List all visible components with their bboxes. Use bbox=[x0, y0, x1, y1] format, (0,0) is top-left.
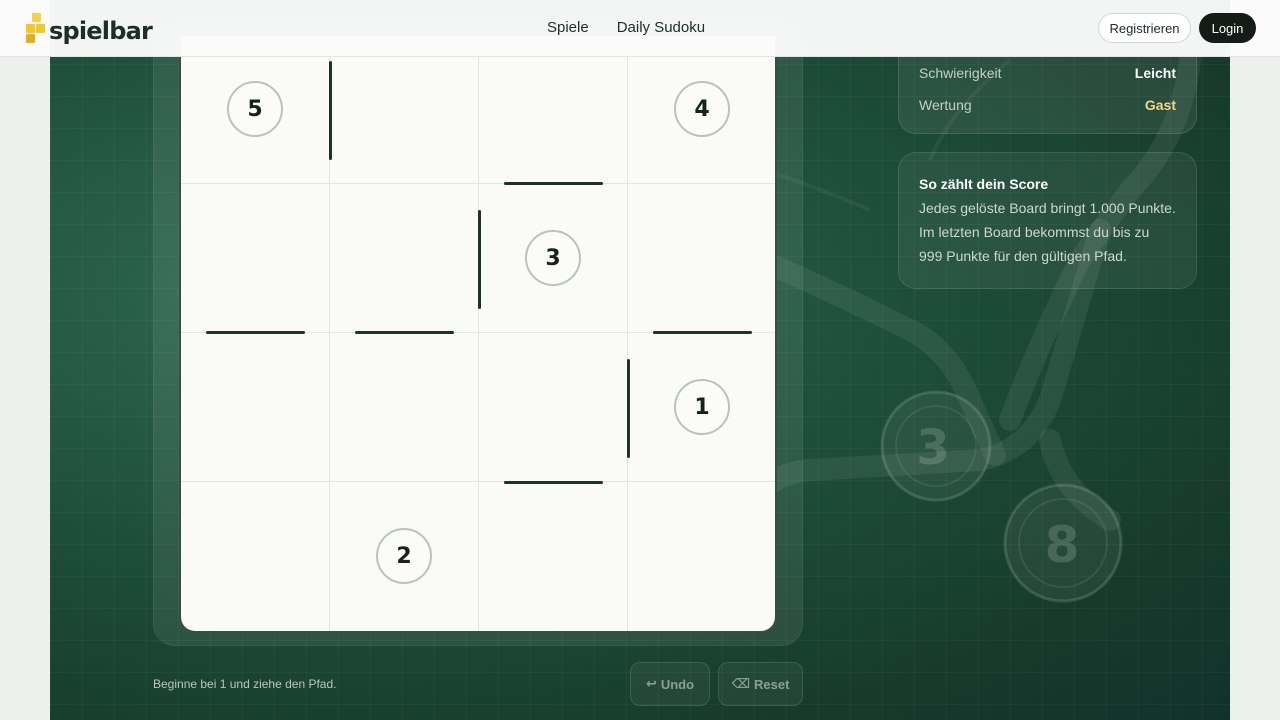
grid-line bbox=[478, 36, 479, 631]
top-navigation: spielbar Spiele Daily Sudoku Registriere… bbox=[0, 0, 1280, 57]
background-number-8: 8 bbox=[1045, 516, 1080, 574]
grid-line bbox=[181, 183, 775, 184]
background-number-3: 3 bbox=[916, 420, 949, 476]
reset-button[interactable]: ⌫ Reset bbox=[718, 662, 803, 706]
rating-label: Wertung bbox=[919, 97, 972, 113]
board-number-5[interactable]: 5 bbox=[227, 81, 283, 137]
rating-value: Gast bbox=[1144, 97, 1176, 113]
difficulty-value: Leicht bbox=[1134, 65, 1176, 81]
nav-link-daily-sudoku[interactable]: Daily Sudoku bbox=[617, 19, 705, 36]
board-number-2[interactable]: 2 bbox=[376, 528, 432, 584]
grid-line bbox=[181, 481, 775, 482]
instruction-hint: Beginne bei 1 und ziehe den Pfad. bbox=[153, 677, 337, 691]
board-number-4[interactable]: 4 bbox=[674, 81, 730, 137]
undo-button[interactable]: ↩ Undo bbox=[630, 662, 710, 706]
wall bbox=[504, 182, 603, 185]
logo-text: spielbar bbox=[49, 16, 153, 45]
wall bbox=[504, 481, 603, 484]
grid-line bbox=[627, 36, 628, 631]
score-text: Jedes gelöste Board bringt 1.000 Punkte.… bbox=[919, 200, 1176, 264]
difficulty-row: Schwierigkeit Leicht bbox=[919, 65, 1176, 81]
wall bbox=[627, 359, 630, 458]
nav-link-spiele[interactable]: Spiele bbox=[547, 19, 589, 36]
wall bbox=[329, 61, 332, 160]
register-button[interactable]: Registrieren bbox=[1098, 13, 1191, 43]
wall bbox=[478, 210, 481, 309]
difficulty-label: Schwierigkeit bbox=[919, 65, 1002, 81]
wall bbox=[653, 331, 752, 334]
undo-label: Undo bbox=[660, 676, 695, 692]
login-button[interactable]: Login bbox=[1199, 13, 1256, 43]
reset-label: Reset bbox=[753, 676, 790, 692]
wall bbox=[355, 331, 454, 334]
score-explanation-card: So zählt dein Score Jedes gelöste Board … bbox=[898, 152, 1197, 289]
reset-icon: ⌫ bbox=[731, 676, 750, 691]
undo-icon: ↩ bbox=[645, 676, 657, 691]
logo[interactable]: spielbar bbox=[26, 11, 153, 45]
score-title: So zählt dein Score bbox=[919, 176, 1049, 192]
logo-mark-icon bbox=[26, 13, 46, 43]
wall bbox=[206, 331, 305, 334]
puzzle-board[interactable]: 5 4 3 1 2 bbox=[179, 36, 777, 633]
rating-row: Wertung Gast bbox=[919, 97, 1176, 113]
main-nav: Spiele Daily Sudoku bbox=[547, 19, 705, 36]
board-number-3[interactable]: 3 bbox=[525, 230, 581, 286]
board-number-1[interactable]: 1 bbox=[674, 379, 730, 435]
